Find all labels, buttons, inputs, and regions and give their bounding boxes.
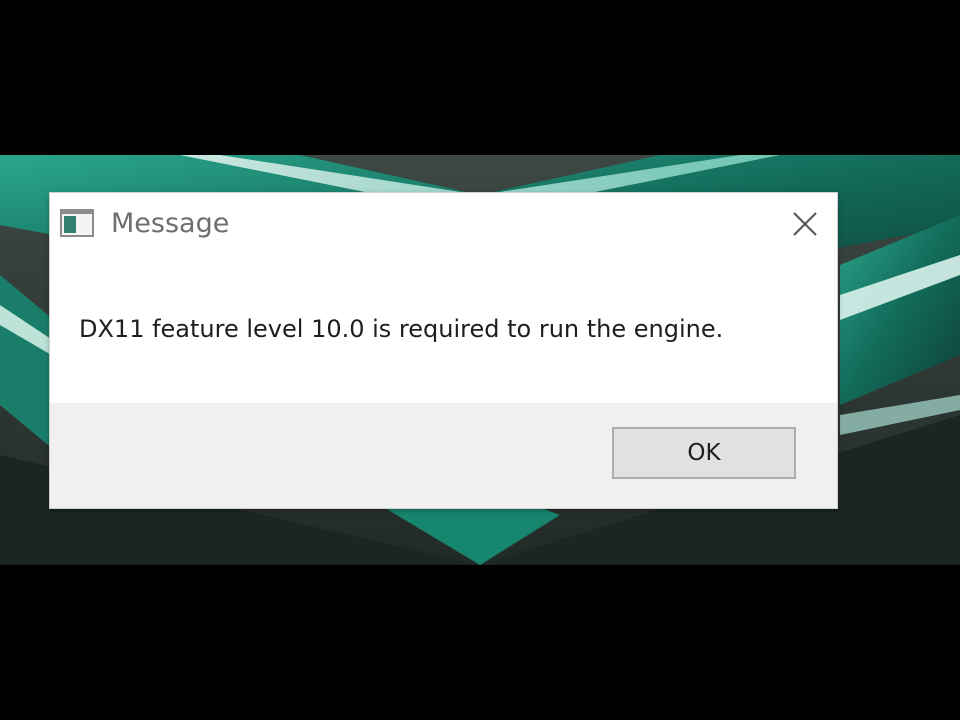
window-icon bbox=[60, 209, 94, 237]
dialog-title: Message bbox=[111, 208, 230, 239]
close-icon bbox=[793, 212, 817, 236]
title-bar[interactable]: Message bbox=[50, 193, 837, 255]
message-area: DX11 feature level 10.0 is required to r… bbox=[50, 255, 837, 403]
close-button[interactable] bbox=[783, 203, 827, 243]
error-message: DX11 feature level 10.0 is required to r… bbox=[79, 315, 724, 343]
button-bar: OK bbox=[50, 403, 837, 508]
message-dialog: Message DX11 feature level 10.0 is requi… bbox=[50, 193, 837, 508]
screen: Message DX11 feature level 10.0 is requi… bbox=[0, 0, 960, 720]
ok-button[interactable]: OK bbox=[612, 427, 796, 479]
